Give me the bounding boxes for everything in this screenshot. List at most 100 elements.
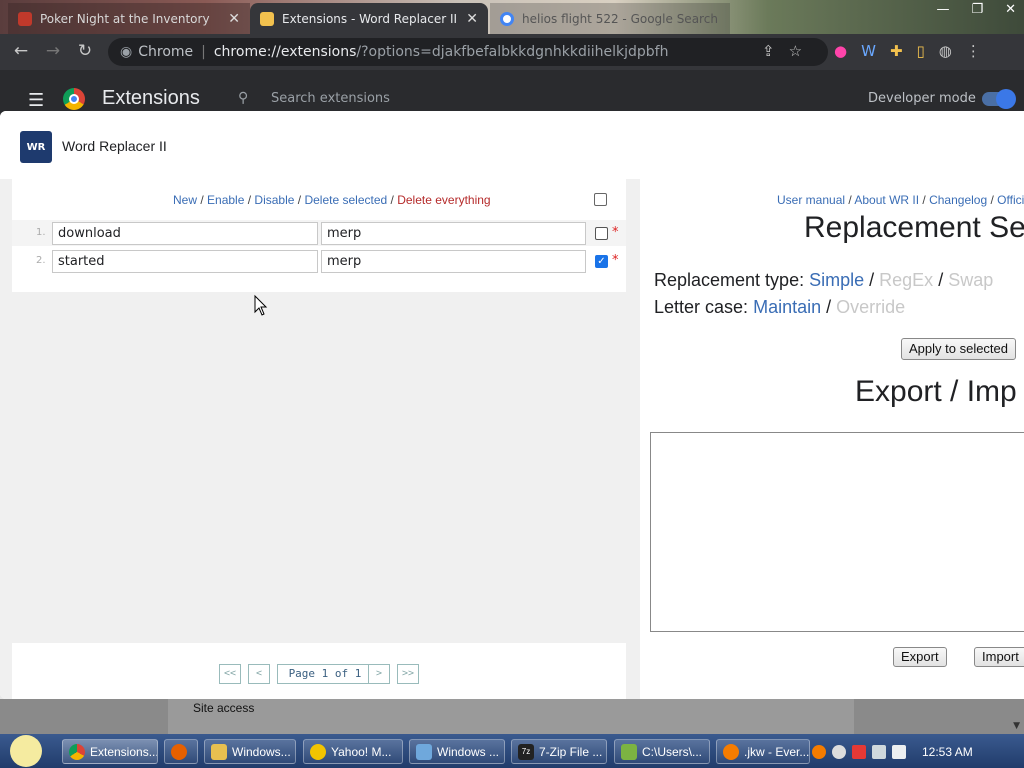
taskbar-item-label: Windows ... bbox=[437, 744, 500, 759]
menu-dots-icon[interactable]: ⋮ bbox=[966, 42, 981, 60]
find-input[interactable]: download bbox=[52, 222, 318, 245]
separator: / bbox=[987, 193, 998, 207]
back-icon[interactable]: ← bbox=[6, 41, 36, 61]
game-favicon-icon bbox=[18, 11, 32, 26]
window-controls: — ❐ ✕ bbox=[936, 2, 1016, 17]
taskbar-item-label: Windows... bbox=[232, 744, 291, 759]
separator: / bbox=[845, 193, 855, 207]
help-links: User manual / About WR II / Changelog / … bbox=[777, 193, 1024, 207]
tab-title: Poker Night at the Inventory bbox=[40, 11, 210, 26]
separator: / bbox=[821, 297, 837, 317]
taskbar-item-windows-2[interactable]: Windows ... bbox=[409, 739, 505, 764]
find-input[interactable]: started bbox=[52, 250, 318, 273]
row-checkbox[interactable] bbox=[595, 227, 608, 240]
select-all-checkbox[interactable] bbox=[594, 193, 607, 206]
site-access-label: Site access bbox=[193, 701, 255, 715]
tab-close-icon[interactable]: ✕ bbox=[466, 11, 478, 27]
replacement-list: New / Enable / Disable / Delete selected… bbox=[12, 179, 626, 292]
wr-extension-icon[interactable]: W bbox=[861, 42, 876, 60]
tab-close-icon[interactable]: ✕ bbox=[228, 11, 240, 27]
taskbar-item-firefox[interactable] bbox=[164, 739, 198, 764]
replace-input[interactable]: merp bbox=[321, 222, 586, 245]
mouse-cursor-icon bbox=[254, 294, 268, 316]
extensions-title: Extensions bbox=[102, 87, 200, 109]
developer-mode-toggle[interactable] bbox=[982, 89, 1016, 109]
separator: / bbox=[919, 193, 930, 207]
clock-tray-icon[interactable] bbox=[832, 744, 846, 759]
tab-extensions[interactable]: Extensions - Word Replacer II ✕ bbox=[250, 3, 488, 34]
site-label: Chrome bbox=[138, 44, 194, 60]
taskbar-item-everything[interactable]: .jkw - Ever... bbox=[716, 739, 810, 764]
case-maintain-option[interactable]: Maintain bbox=[753, 297, 821, 317]
changelog-link[interactable]: Changelog bbox=[929, 193, 987, 207]
magnifier-icon bbox=[723, 743, 739, 760]
taskbar-item-explorer[interactable]: C:\Users\... bbox=[614, 739, 710, 764]
start-button[interactable] bbox=[8, 734, 48, 768]
taskbar-item-windows-1[interactable]: Windows... bbox=[204, 739, 296, 764]
taskbar-item-extensions[interactable]: Extensions... bbox=[62, 739, 158, 764]
sidepanel-icon[interactable]: ▯ bbox=[917, 42, 925, 60]
enable-link[interactable]: Enable bbox=[207, 193, 244, 207]
delete-everything-link[interactable]: Delete everything bbox=[397, 193, 490, 207]
next-page-button[interactable]: > bbox=[368, 664, 390, 684]
replace-input[interactable]: merp bbox=[321, 250, 586, 273]
type-swap-option[interactable]: Swap bbox=[948, 270, 993, 290]
window-icon bbox=[416, 743, 432, 760]
chrome-site-icon: ◉ bbox=[120, 44, 133, 60]
word-replacer-logo-icon: WR bbox=[20, 131, 52, 163]
export-import-title: Export / Imp bbox=[855, 375, 1017, 408]
type-simple-option[interactable]: Simple bbox=[809, 270, 864, 290]
case-override-option[interactable]: Override bbox=[836, 297, 905, 317]
hamburger-menu-icon[interactable]: ☰ bbox=[28, 90, 44, 111]
puzzle-favicon-icon bbox=[260, 11, 274, 26]
close-window-icon[interactable]: ✕ bbox=[1005, 2, 1016, 17]
firefox-icon bbox=[171, 743, 187, 760]
tab-poker-night[interactable]: Poker Night at the Inventory ✕ bbox=[8, 3, 250, 34]
official-link[interactable]: Offici bbox=[997, 193, 1024, 207]
about-link[interactable]: About WR II bbox=[854, 193, 919, 207]
network-icon[interactable] bbox=[872, 744, 886, 759]
delete-selected-link[interactable]: Delete selected bbox=[304, 193, 387, 207]
search-icon[interactable]: ⚲ bbox=[238, 90, 248, 106]
address-bar[interactable]: ◉ Chrome | chrome://extensions /?options… bbox=[108, 38, 828, 66]
profile-avatar-icon[interactable]: ◍ bbox=[939, 42, 952, 60]
separator: / bbox=[197, 193, 208, 207]
prev-page-button[interactable]: < bbox=[248, 664, 270, 684]
google-favicon-icon bbox=[500, 11, 514, 26]
url-path: /?options=djakfbefalbkkdgnhkkdiihelkjdpb… bbox=[356, 44, 669, 60]
type-regex-option[interactable]: RegEx bbox=[879, 270, 933, 290]
forward-icon[interactable]: → bbox=[38, 41, 68, 61]
separator: / bbox=[244, 193, 255, 207]
import-button[interactable]: Import bbox=[974, 647, 1024, 667]
disable-link[interactable]: Disable bbox=[254, 193, 294, 207]
7zip-icon: 7z bbox=[518, 743, 534, 760]
share-icon[interactable]: ⇪ bbox=[762, 42, 775, 60]
required-marker: * bbox=[612, 253, 619, 268]
bookmark-star-icon[interactable]: ☆ bbox=[789, 42, 802, 60]
flag-tray-icon[interactable] bbox=[852, 744, 866, 759]
export-import-textarea[interactable] bbox=[650, 432, 1024, 632]
new-link[interactable]: New bbox=[173, 193, 197, 207]
maximize-icon[interactable]: ❐ bbox=[971, 2, 983, 17]
volume-icon[interactable] bbox=[892, 744, 906, 759]
replacement-type-label: Replacement type: bbox=[654, 270, 805, 290]
apply-to-selected-button[interactable]: Apply to selected bbox=[901, 338, 1017, 360]
minimize-icon[interactable]: — bbox=[936, 2, 949, 17]
search-tray-icon[interactable] bbox=[812, 744, 826, 759]
last-page-button[interactable]: >> bbox=[397, 664, 419, 684]
smiley-start-icon bbox=[10, 735, 42, 767]
taskbar-item-label: .jkw - Ever... bbox=[744, 744, 810, 759]
tab-google-search[interactable]: helios flight 522 - Google Search bbox=[490, 3, 730, 34]
taskbar-item-7zip[interactable]: 7z 7-Zip File ... bbox=[511, 739, 607, 764]
taskbar-item-yahoo[interactable]: Yahoo! M... bbox=[303, 739, 403, 764]
search-extensions-input[interactable]: Search extensions bbox=[271, 91, 390, 106]
first-page-button[interactable]: << bbox=[219, 664, 241, 684]
export-button[interactable]: Export bbox=[893, 647, 947, 667]
reload-icon[interactable]: ↻ bbox=[70, 41, 100, 61]
puzzle-icon[interactable]: ✚ bbox=[890, 42, 903, 60]
flag-extension-icon[interactable]: ● bbox=[834, 42, 847, 60]
user-manual-link[interactable]: User manual bbox=[777, 193, 845, 207]
table-row: 1. download merp * bbox=[12, 220, 626, 246]
row-checkbox[interactable]: ✓ bbox=[595, 255, 608, 268]
scroll-down-arrow-icon[interactable]: ▼ bbox=[1013, 721, 1020, 731]
